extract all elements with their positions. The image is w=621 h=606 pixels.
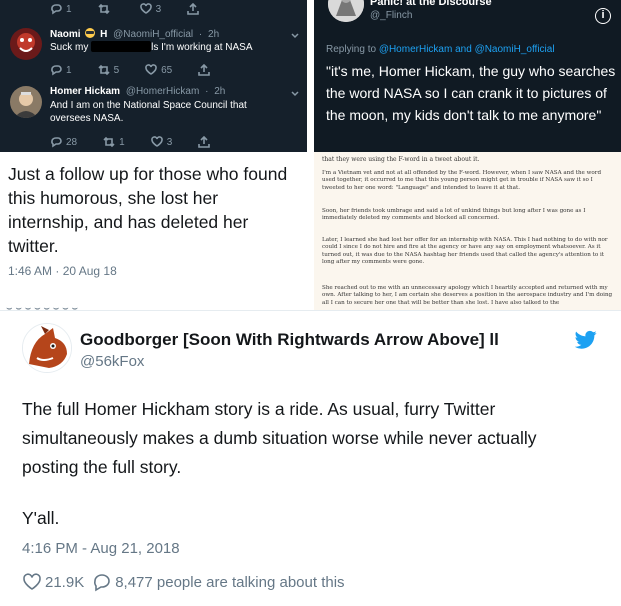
like-count: 65 bbox=[161, 64, 173, 76]
retweet-button[interactable]: 5 bbox=[97, 64, 120, 76]
timestamp[interactable]: 4:16 PM - Aug 21, 2018 bbox=[22, 540, 180, 557]
display-name-extra: H bbox=[100, 29, 108, 40]
retweet-button[interactable] bbox=[97, 3, 114, 15]
document-paragraph: She reached out to me with an unnecessar… bbox=[322, 285, 613, 306]
retweet-count: 1 bbox=[119, 136, 125, 148]
replying-to: Replying to @HomerHickam and @NaomiH_off… bbox=[326, 44, 555, 55]
share-button[interactable] bbox=[198, 64, 214, 76]
tweet-text-second: Y'all. bbox=[22, 508, 60, 528]
reply-count: 1 bbox=[66, 64, 72, 76]
reply-count: 1 bbox=[66, 3, 72, 15]
tweet-text: "it's me, Homer Hickam, the guy who sear… bbox=[326, 63, 616, 123]
tweet-text: Just a follow up for those who found thi… bbox=[8, 164, 288, 256]
document-first-line: that they were using the F-word in a twe… bbox=[322, 156, 480, 163]
chevron-down-icon bbox=[291, 33, 299, 39]
reply-button[interactable]: 28 bbox=[50, 136, 77, 148]
dark-tweet-thread-panel: 1 3 Naomi H @NaomiH_official · 2h Suck m… bbox=[0, 0, 307, 152]
comment-icon bbox=[94, 574, 110, 592]
cut-off-stats: ⌣ ⌣ ⌣ ⌣ ⌣ ⌣ ⌣ ⌣ bbox=[6, 303, 79, 310]
tweet-menu-button[interactable] bbox=[290, 86, 300, 97]
avatar[interactable] bbox=[10, 28, 42, 60]
like-button[interactable]: 3 bbox=[150, 136, 173, 148]
share-button[interactable] bbox=[187, 3, 203, 15]
like-icon bbox=[150, 136, 163, 147]
tweet-header: Homer Hickam @HomerHickam · 2h bbox=[50, 86, 225, 97]
document-paragraph: Later, I learned she had lost her offer … bbox=[322, 237, 608, 266]
dark-reply-card-panel: Panic! at the Discourse @_Flinch i Reply… bbox=[314, 0, 621, 152]
like-button[interactable]: 3 bbox=[139, 3, 162, 15]
display-name[interactable]: Naomi bbox=[50, 29, 81, 40]
avatar[interactable] bbox=[22, 323, 72, 373]
separator: · bbox=[205, 86, 209, 97]
avatar[interactable] bbox=[328, 0, 364, 22]
twitter-bird-icon[interactable] bbox=[574, 330, 597, 350]
like-icon bbox=[145, 64, 157, 75]
document-paragraph: I'm a Vietnam vet and not at all offende… bbox=[322, 170, 602, 191]
redaction-bar bbox=[91, 41, 152, 52]
tweet-header: Naomi H @NaomiH_official · 2h bbox=[50, 28, 219, 40]
display-name[interactable]: Panic! at the Discourse bbox=[370, 0, 492, 8]
share-icon bbox=[198, 64, 211, 76]
talking-count: 8,477 people are talking about this bbox=[115, 573, 345, 591]
main-tweet-panel: Goodborger [Soon With Rightwards Arrow A… bbox=[0, 310, 621, 606]
retweet-icon bbox=[97, 3, 110, 15]
heart-icon bbox=[23, 573, 41, 590]
reply-button[interactable]: 1 bbox=[50, 64, 72, 76]
tweet-menu-button[interactable] bbox=[290, 28, 300, 39]
tweet-text: Suck my ls I'm working at NASA bbox=[50, 41, 290, 54]
handle[interactable]: @56kFox bbox=[80, 353, 144, 370]
like-count: 3 bbox=[155, 3, 162, 15]
tweet-actions: 28 1 3 bbox=[50, 136, 240, 148]
like-count: 21.9K bbox=[45, 573, 85, 591]
share-button[interactable] bbox=[198, 136, 214, 148]
tweet-actions: 1 5 65 bbox=[50, 64, 240, 76]
reply-and: and bbox=[455, 44, 472, 55]
reply-button[interactable]: 1 bbox=[50, 3, 72, 15]
cut-off-header: ⌒ ⌒ ⌒ ⌒ ⌒ ⌒ ⌒ ⌒ ⌒ ⌒ bbox=[6, 152, 132, 160]
tweet-naomi[interactable]: Naomi H @NaomiH_official · 2h Suck my ls… bbox=[10, 28, 300, 78]
like-count: 3 bbox=[166, 136, 173, 148]
reply-icon bbox=[51, 65, 62, 76]
reply-mention-link[interactable]: @HomerHickam bbox=[379, 44, 453, 55]
separator: · bbox=[198, 29, 203, 40]
tweet-stats: 21.9K 8,477 people are talking about thi… bbox=[22, 572, 353, 592]
white-tweet-fragment-panel: ⌒ ⌒ ⌒ ⌒ ⌒ ⌒ ⌒ ⌒ ⌒ ⌒ Just a follow up for… bbox=[0, 152, 307, 310]
cut-off-line: ⌢ ⌢ ⌢ ⌢ ⌢ ⌢ ⌢ ⌢ ⌢ ⌢ ⌢ ⌢ ⌢ ⌢ bbox=[322, 152, 402, 154]
timestamp[interactable]: 1:46 AM · 20 Aug 18 bbox=[8, 264, 117, 278]
handle[interactable]: @HomerHickam bbox=[126, 86, 200, 97]
text-before-redaction: Suck my bbox=[50, 42, 89, 53]
retweet-icon bbox=[97, 64, 110, 76]
document-paragraph: Soon, her friends took umbrage and said … bbox=[322, 208, 586, 222]
chevron-down-icon bbox=[291, 91, 299, 97]
share-icon bbox=[198, 136, 211, 148]
retweet-icon bbox=[103, 136, 115, 148]
tweet-homer-hickam[interactable]: Homer Hickam @HomerHickam · 2h And I am … bbox=[10, 86, 300, 152]
sunglasses-emoji-icon bbox=[85, 28, 96, 38]
comments-link[interactable]: 8,477 people are talking about this bbox=[92, 572, 345, 592]
reply-count: 28 bbox=[66, 136, 78, 148]
reply-icon bbox=[51, 137, 62, 148]
handle[interactable]: @_Flinch bbox=[370, 10, 412, 21]
display-name[interactable]: Goodborger [Soon With Rightwards Arrow A… bbox=[80, 330, 499, 350]
like-button[interactable]: 21.9K bbox=[22, 572, 84, 592]
reply-icon bbox=[51, 4, 62, 15]
avatar[interactable] bbox=[10, 86, 42, 118]
share-icon bbox=[187, 3, 199, 15]
reply-mention-link[interactable]: @NaomiH_official bbox=[475, 44, 555, 55]
timestamp[interactable]: 2h bbox=[214, 86, 225, 97]
handle[interactable]: @NaomiH_official bbox=[113, 29, 193, 40]
timestamp[interactable]: 2h bbox=[208, 29, 219, 40]
text-after-redaction: ls I'm working at NASA bbox=[151, 42, 253, 53]
like-icon bbox=[139, 3, 152, 14]
top-action-row: 1 3 bbox=[50, 3, 229, 15]
tweet-text: And I am on the National Space Council t… bbox=[50, 100, 247, 124]
replying-prefix: Replying to bbox=[326, 44, 377, 55]
retweet-button[interactable]: 1 bbox=[103, 136, 125, 148]
tweet-text: The full Homer Hickham story is a ride. … bbox=[22, 399, 537, 477]
info-icon[interactable]: i bbox=[595, 8, 611, 24]
like-button[interactable]: 65 bbox=[145, 64, 172, 76]
retweet-count: 5 bbox=[113, 64, 120, 76]
statement-document-panel: ⌢ ⌢ ⌢ ⌢ ⌢ ⌢ ⌢ ⌢ ⌢ ⌢ ⌢ ⌢ ⌢ ⌢ that they we… bbox=[314, 152, 621, 310]
display-name[interactable]: Homer Hickam bbox=[50, 86, 120, 97]
